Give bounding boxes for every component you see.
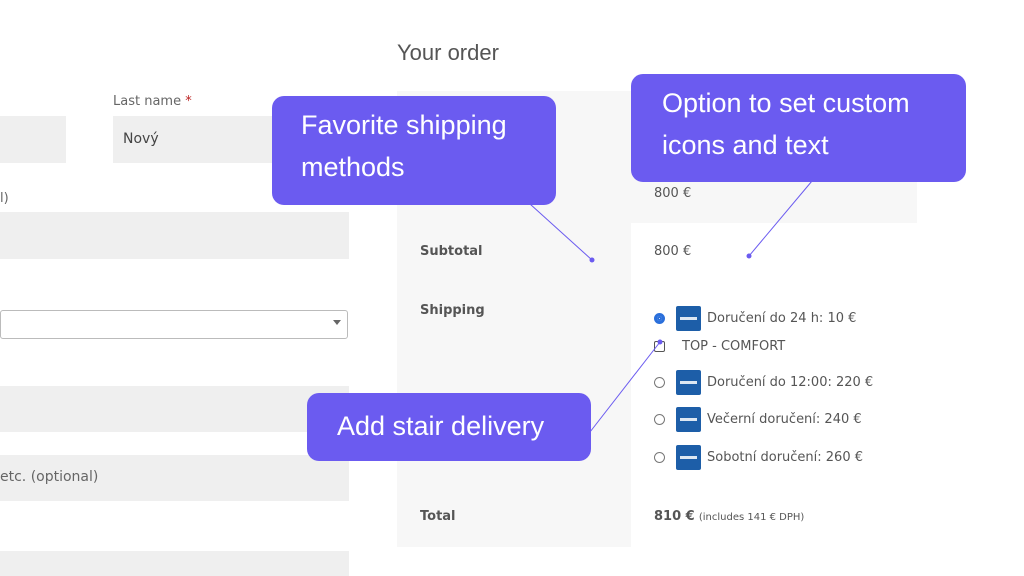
shipping-option-saturday[interactable]: Sobotní doručení: 260 €: [654, 445, 863, 470]
shipping-option-12[interactable]: Doručení do 12:00: 220 €: [654, 370, 873, 395]
carrier-logo-icon: [676, 445, 701, 470]
total-label: Total: [420, 509, 456, 524]
company-label-partial: l): [0, 191, 9, 206]
total-value: 810 €: [654, 509, 695, 524]
apartment-field[interactable]: etc. (optional): [0, 455, 349, 501]
last-name-value: Nový: [123, 131, 159, 147]
order-table-bg: [397, 223, 631, 547]
callout-stair-delivery: Add stair delivery: [307, 393, 591, 461]
addon-top-comfort[interactable]: TOP - COMFORT: [654, 337, 785, 355]
company-field[interactable]: [0, 212, 349, 259]
shipping-option-label: Sobotní doručení: 260 €: [707, 450, 864, 465]
addon-label: TOP - COMFORT: [682, 338, 786, 354]
radio[interactable]: [654, 414, 665, 425]
last-name-label: Last name *: [113, 94, 192, 109]
chevron-down-icon: [333, 320, 341, 325]
radio[interactable]: [654, 452, 665, 463]
callout-custom-icons: Option to set custom icons and text: [631, 74, 966, 182]
country-select[interactable]: [0, 310, 348, 339]
order-title: Your order: [397, 40, 499, 65]
checkbox[interactable]: [654, 340, 665, 352]
shipping-label: Shipping: [420, 303, 485, 318]
street-address-field[interactable]: [0, 386, 349, 432]
apartment-placeholder: etc. (optional): [0, 469, 99, 485]
last-name-field[interactable]: Nový: [113, 116, 283, 163]
carrier-logo-icon: [676, 306, 701, 331]
product-price: 800 €: [654, 186, 692, 201]
required-mark: *: [185, 94, 192, 109]
total-tax-note: (includes 141 € DPH): [698, 512, 805, 523]
city-field[interactable]: [0, 551, 349, 576]
carrier-logo-icon: [676, 370, 701, 395]
first-name-field[interactable]: [0, 116, 66, 163]
shipping-option-label: Večerní doručení: 240 €: [707, 412, 862, 427]
subtotal-label: Subtotal: [420, 244, 483, 259]
shipping-option-label: Doručení do 24 h: 10 €: [707, 311, 857, 326]
custom-pointer-dot: [746, 253, 752, 259]
radio[interactable]: [654, 377, 665, 388]
shipping-option-24h[interactable]: Doručení do 24 h: 10 €: [654, 306, 856, 331]
callout-favorite-shipping: Favorite shipping methods: [272, 96, 556, 205]
total-value-group: 810 € (includes 141 € DPH): [654, 509, 804, 524]
radio-selected[interactable]: [654, 313, 665, 324]
last-name-label-text: Last name: [113, 94, 182, 109]
shipping-option-label: Doručení do 12:00: 220 €: [707, 375, 874, 390]
carrier-logo-icon: [676, 407, 701, 432]
shipping-option-evening[interactable]: Večerní doručení: 240 €: [654, 407, 862, 432]
subtotal-value: 800 €: [654, 244, 692, 259]
